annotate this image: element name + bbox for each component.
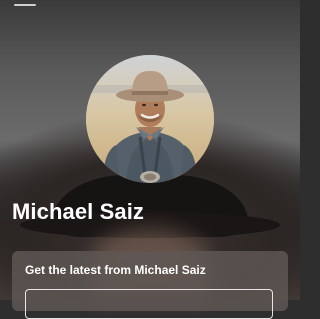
menu-icon[interactable]	[14, 0, 36, 6]
avatar	[86, 55, 214, 183]
top-bar	[0, 0, 300, 14]
subscribe-card: Get the latest from Michael Saiz	[12, 251, 288, 319]
subscribe-heading: Get the latest from Michael Saiz	[25, 263, 206, 277]
profile-name: Michael Saiz	[12, 199, 145, 224]
email-field[interactable]	[25, 289, 273, 319]
avatar-cowboy-portrait	[86, 55, 214, 183]
